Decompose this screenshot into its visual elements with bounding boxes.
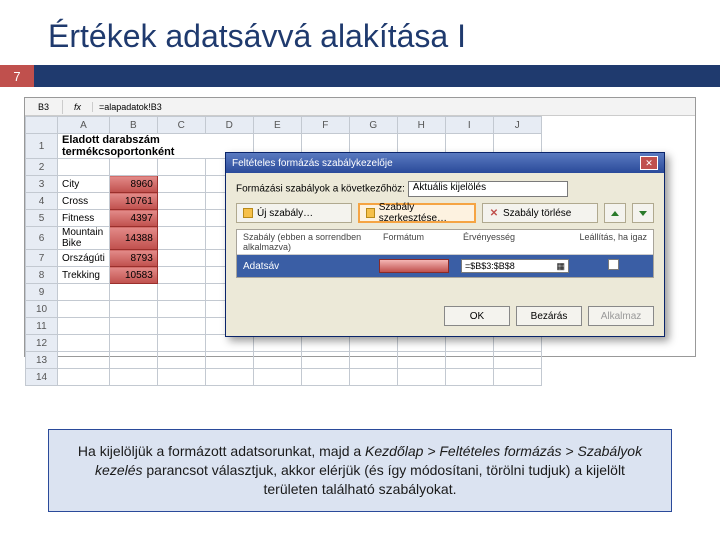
arrow-up-icon [611,211,619,216]
row-header[interactable]: 8 [26,267,58,284]
formula-bar: B3 fx =alapadatok!B3 [25,98,695,116]
apply-button[interactable]: Alkalmaz [588,306,654,326]
row-header[interactable]: 2 [26,159,58,176]
edit-rule-button[interactable]: Szabály szerkesztése… [358,203,476,223]
col-rule-header: Szabály (ebben a sorrendben alkalmazva) [237,230,377,254]
col-header[interactable]: E [253,117,301,134]
dialog-title: Feltételes formázás szabálykezelője [232,158,393,169]
rules-manager-dialog: Feltételes formázás szabálykezelője ✕ Fo… [225,152,665,337]
col-stop-header: Leállítás, ha igaz [573,230,653,254]
row-header[interactable]: 6 [26,227,58,250]
row-header[interactable]: 10 [26,301,58,318]
cell-label[interactable]: City [58,176,110,193]
move-down-button[interactable] [632,203,654,223]
delete-rule-button[interactable]: ✕Szabály törlése [482,203,598,223]
cell-value[interactable]: 8793 [109,250,157,267]
cell-value[interactable]: 10761 [109,193,157,210]
range-picker-icon[interactable]: ▦ [556,261,565,272]
col-header[interactable]: G [349,117,397,134]
edit-rule-icon [366,208,375,218]
cell-label[interactable]: Trekking [58,267,110,284]
cell-value[interactable]: 14388 [109,227,157,250]
ok-button[interactable]: OK [444,306,510,326]
rule-name: Adatsáv [237,261,377,272]
slide-title: Értékek adatsávvá alakítása I [0,0,720,65]
slide-number-badge: 7 [0,65,34,87]
format-preview [379,259,449,273]
excel-screenshot: B3 fx =alapadatok!B3 A B C D E F G H I J… [24,97,696,357]
applies-to-input[interactable]: =$B$3:$B$8▦ [461,259,569,273]
col-header[interactable]: B [109,117,157,134]
cell-value[interactable]: 10583 [109,267,157,284]
fx-icon[interactable]: fx [63,102,93,112]
formula-input[interactable]: =alapadatok!B3 [93,102,695,112]
arrow-down-icon [639,211,647,216]
col-header[interactable]: I [445,117,493,134]
close-icon[interactable]: ✕ [640,156,658,170]
cell-label[interactable]: Mountain Bike [58,227,110,250]
rule-row[interactable]: Adatsáv =$B$3:$B$8▦ [237,255,653,277]
col-header[interactable]: F [301,117,349,134]
col-header[interactable]: A [58,117,110,134]
row-header[interactable]: 9 [26,284,58,301]
col-scope-header: Érvényesség [457,230,573,254]
rules-for-label: Formázási szabályok a következőhöz: [236,184,405,195]
new-rule-icon [243,208,253,218]
cell-value[interactable]: 4397 [109,210,157,227]
move-up-button[interactable] [604,203,626,223]
sheet-title-cell[interactable]: Eladott darabszám termékcsoportonként [58,134,254,159]
footer-callout: Ha kijelöljük a formázott adatsorunkat, … [48,429,672,512]
dialog-titlebar[interactable]: Feltételes formázás szabálykezelője ✕ [226,153,664,173]
row-header[interactable]: 7 [26,250,58,267]
worksheet-grid[interactable]: A B C D E F G H I J 1Eladott darabszám t… [25,116,695,386]
cell-label[interactable]: Cross [58,193,110,210]
cell-label[interactable]: Országúti [58,250,110,267]
name-box[interactable]: B3 [25,100,63,114]
rules-list: Szabály (ebben a sorrendben alkalmazva) … [236,229,654,278]
row-header[interactable]: 3 [26,176,58,193]
cell-value[interactable]: 8960 [109,176,157,193]
col-header[interactable]: D [205,117,253,134]
delete-rule-icon: ✕ [489,208,499,218]
row-header[interactable]: 1 [26,134,58,159]
row-header[interactable]: 4 [26,193,58,210]
row-header[interactable]: 13 [26,352,58,369]
select-all-corner[interactable] [26,117,58,134]
stop-if-true-checkbox[interactable] [608,259,619,270]
row-header[interactable]: 14 [26,369,58,386]
row-header[interactable]: 5 [26,210,58,227]
row-header[interactable]: 12 [26,335,58,352]
col-format-header: Formátum [377,230,457,254]
new-rule-button[interactable]: Új szabály… [236,203,352,223]
col-header[interactable]: C [157,117,205,134]
col-header[interactable]: J [493,117,541,134]
cell-label[interactable]: Fitness [58,210,110,227]
close-button[interactable]: Bezárás [516,306,582,326]
col-header[interactable]: H [397,117,445,134]
scope-dropdown[interactable]: Aktuális kijelölés [408,181,568,197]
row-header[interactable]: 11 [26,318,58,335]
accent-bar: 7 [0,65,720,87]
